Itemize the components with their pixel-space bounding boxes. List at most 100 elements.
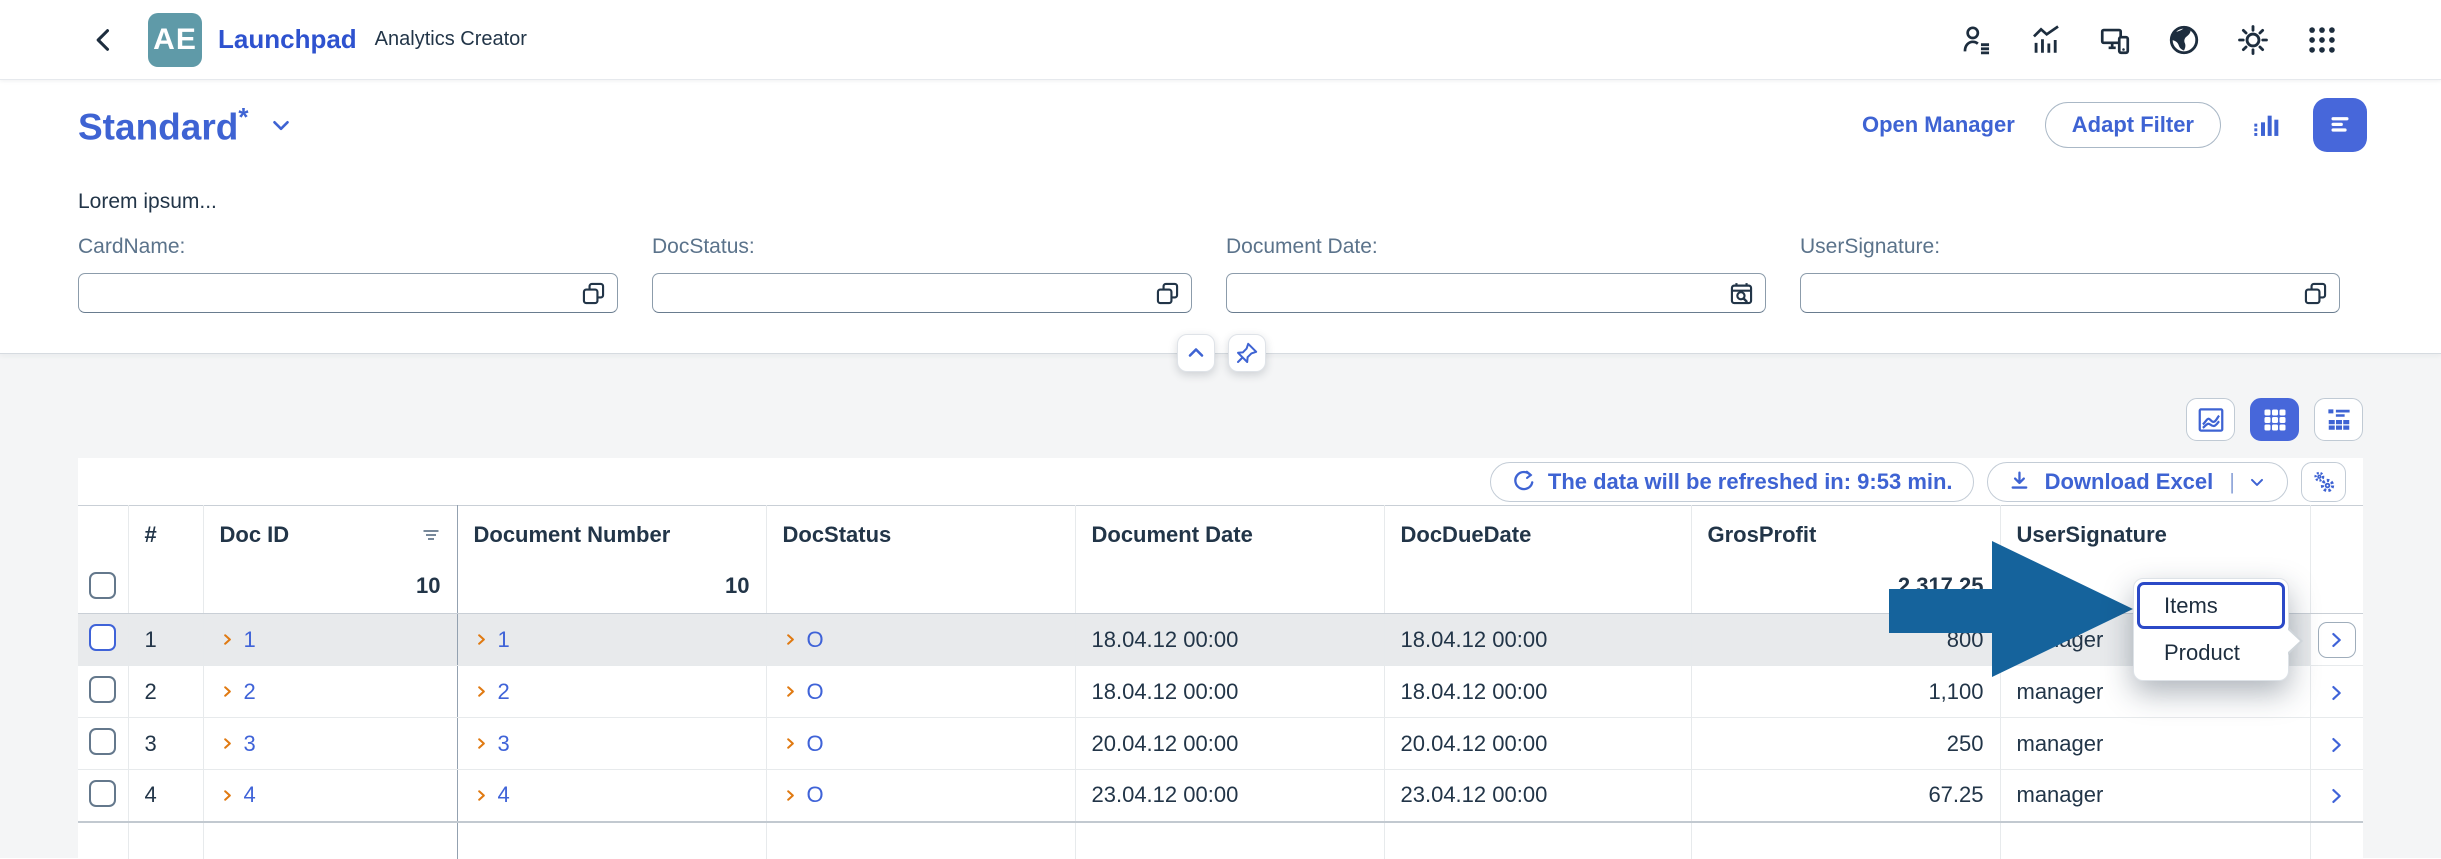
table-card: The data will be refreshed in: 9:53 min.…: [78, 458, 2363, 859]
expand-chevron-icon[interactable]: [220, 736, 235, 751]
value-help-icon[interactable]: [2302, 280, 2329, 307]
docstatus-link[interactable]: O: [807, 782, 824, 808]
variant-selector-button[interactable]: [268, 112, 294, 138]
expand-chevron-icon[interactable]: [783, 684, 798, 699]
date-picker-icon[interactable]: [1728, 280, 1755, 307]
open-manager-link[interactable]: Open Manager: [1862, 112, 2015, 138]
filter-document-date: Document Date:: [1226, 235, 1766, 313]
document-number-link[interactable]: 3: [498, 731, 510, 757]
document-date-cell: 23.04.12 00:00: [1075, 769, 1385, 823]
doc-id-link[interactable]: 2: [244, 679, 256, 705]
download-excel-button[interactable]: Download Excel |: [1986, 461, 2288, 502]
row-navigate-button[interactable]: [2327, 630, 2347, 650]
user-account-button[interactable]: [1958, 21, 1996, 59]
refresh-countdown-button[interactable]: The data will be refreshed in: 9:53 min.: [1489, 461, 1974, 502]
row-checkbox[interactable]: [89, 624, 116, 651]
table-row[interactable]: 2 2 2 O 18.04.12 00:00 18.04.12 00:00 1,…: [78, 665, 2363, 718]
grid-view-button[interactable]: [2250, 398, 2299, 441]
context-menu-item-product[interactable]: Product: [2137, 629, 2285, 677]
chart-view-button[interactable]: [2186, 398, 2235, 441]
document-number-cell: 1: [457, 613, 767, 666]
row-checkbox[interactable]: [89, 779, 116, 807]
expand-chevron-icon[interactable]: [474, 684, 489, 699]
column-total: 2,317.25: [1897, 573, 1984, 598]
column-header-docstatus[interactable]: DocStatus: [766, 505, 1076, 614]
shell-header: AE Launchpad Analytics Creator: [0, 0, 2441, 80]
docstatus-cell: O: [766, 717, 1076, 770]
app-finder-button[interactable]: [2303, 21, 2341, 59]
line-chart-icon: [2196, 405, 2226, 435]
expand-chevron-icon[interactable]: [220, 632, 235, 647]
row-action-cell: [2310, 613, 2363, 666]
pin-filter-button[interactable]: [1228, 334, 1266, 372]
column-header-document-number[interactable]: Document Number 10: [457, 505, 767, 614]
column-header-doc-id[interactable]: Doc ID 10: [203, 505, 458, 614]
document-date-cell: 20.04.12 00:00: [1075, 717, 1385, 770]
row-navigate-button[interactable]: [2327, 786, 2347, 806]
table-row[interactable]: 1 1 1 O 18.04.12 00:00 18.04.12 00:00 80…: [78, 613, 2363, 666]
expand-chevron-icon[interactable]: [783, 736, 798, 751]
expand-chevron-icon[interactable]: [474, 788, 489, 803]
docstatus-link[interactable]: O: [807, 731, 824, 757]
sort-filter-icon[interactable]: [421, 527, 441, 543]
doc-id-link[interactable]: 1: [244, 627, 256, 653]
value-help-icon[interactable]: [1154, 280, 1181, 307]
expand-chevron-icon[interactable]: [220, 788, 235, 803]
download-label: Download Excel: [2044, 468, 2214, 494]
table-settings-button[interactable]: [2301, 461, 2346, 502]
person-list-icon: [1960, 23, 1994, 57]
docduedate-cell: 20.04.12 00:00: [1384, 717, 1692, 770]
doc-id-link[interactable]: 3: [244, 731, 256, 757]
cardname-input[interactable]: [78, 273, 618, 313]
horizontal-chart-toggle-button[interactable]: [2313, 98, 2367, 152]
theme-button[interactable]: [2234, 21, 2272, 59]
context-menu-item-items[interactable]: Items: [2137, 582, 2285, 629]
expand-chevron-icon[interactable]: [220, 684, 235, 699]
table-row[interactable]: 4 4 4 O 23.04.12 00:00 23.04.12 00:00 67…: [78, 769, 2363, 823]
column-header-document-date[interactable]: Document Date: [1075, 505, 1385, 614]
usersignature-input[interactable]: [1800, 273, 2340, 313]
adapt-filter-button[interactable]: Adapt Filter: [2044, 102, 2221, 148]
row-checkbox[interactable]: [89, 728, 116, 755]
document-number-link[interactable]: 4: [498, 782, 510, 808]
app-logo-text: AE: [153, 22, 197, 56]
doc-id-link[interactable]: 4: [244, 782, 256, 808]
column-header-docduedate[interactable]: DocDueDate: [1384, 505, 1692, 614]
collapse-filter-button[interactable]: [1177, 334, 1215, 372]
docstatus-link[interactable]: O: [807, 627, 824, 653]
column-header-grosprofit[interactable]: GrosProfit 2,317.25: [1691, 505, 2001, 614]
row-index-cell: 4: [128, 769, 204, 823]
document-date-input[interactable]: [1226, 273, 1766, 313]
table-view-button[interactable]: [2314, 398, 2363, 441]
content-area: The data will be refreshed in: 9:53 min.…: [0, 354, 2441, 859]
document-number-link[interactable]: 1: [498, 627, 510, 653]
devices-button[interactable]: [2096, 21, 2134, 59]
filter-bar: Standard* Open Manager Adapt Filter Lore…: [0, 80, 2441, 354]
column-label: DocDueDate: [1400, 522, 1532, 547]
select-all-checkbox[interactable]: [89, 572, 117, 599]
row-navigate-button[interactable]: [2327, 683, 2347, 703]
language-button[interactable]: [2165, 21, 2203, 59]
app-logo[interactable]: AE: [148, 12, 202, 67]
row-navigate-button[interactable]: [2327, 735, 2347, 755]
row-index-cell: 3: [128, 717, 204, 770]
expand-chevron-icon[interactable]: [783, 788, 798, 803]
analytics-button[interactable]: [2027, 21, 2065, 59]
expand-chevron-icon[interactable]: [474, 736, 489, 751]
row-action-cell: [2310, 717, 2363, 770]
value-help-icon[interactable]: [580, 280, 607, 307]
docstatus-link[interactable]: O: [807, 679, 824, 705]
expand-chevron-icon[interactable]: [474, 632, 489, 647]
docstatus-input[interactable]: [652, 273, 1192, 313]
expand-chevron-icon[interactable]: [783, 632, 798, 647]
document-number-link[interactable]: 2: [498, 679, 510, 705]
chevron-down-icon: [268, 112, 294, 138]
page-title[interactable]: Standard*: [78, 102, 248, 148]
back-button[interactable]: [84, 20, 124, 60]
column-header-index[interactable]: #: [128, 505, 204, 614]
bar-chart-toggle-button[interactable]: [2251, 109, 2283, 141]
row-action-cell: [2310, 665, 2363, 718]
table-toolbar: The data will be refreshed in: 9:53 min.…: [78, 458, 2363, 505]
table-row[interactable]: 3 3 3 O 20.04.12 00:00 20.04.12 00:00 25…: [78, 717, 2363, 770]
row-checkbox[interactable]: [89, 676, 116, 703]
